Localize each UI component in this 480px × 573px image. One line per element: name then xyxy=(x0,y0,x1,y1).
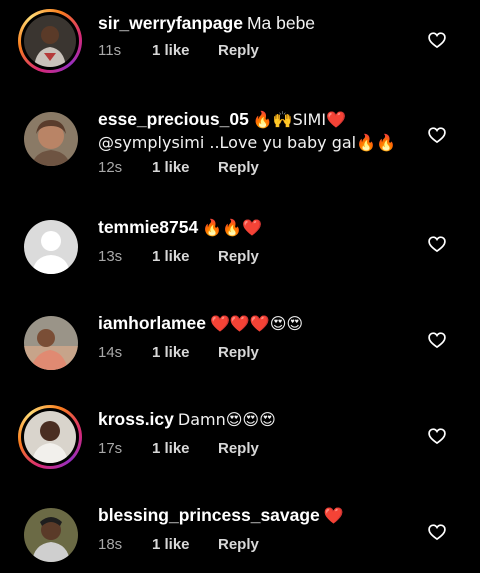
comment-body: Ma bebe xyxy=(246,13,316,33)
username[interactable]: sir_werryfanpage xyxy=(98,13,243,33)
username[interactable]: esse_precious_05 xyxy=(98,109,249,129)
heart-outline-icon[interactable] xyxy=(427,125,447,145)
comment-meta: 17s 1 like Reply xyxy=(98,440,259,458)
heart-outline-icon[interactable] xyxy=(427,426,447,446)
comment-body: 🔥🙌SIMI❤️ xyxy=(252,110,346,129)
username[interactable]: kross.icy xyxy=(98,409,174,429)
avatar[interactable] xyxy=(18,106,82,170)
comment-body: Damn😍😍😍 xyxy=(177,410,276,429)
comment-body: ❤️❤️❤️😍😍 xyxy=(209,314,304,333)
likes-count[interactable]: 1 like xyxy=(152,248,218,266)
avatar[interactable] xyxy=(18,310,82,374)
avatar-image xyxy=(24,316,78,370)
likes-count[interactable]: 1 like xyxy=(152,440,218,458)
comment-body: 🔥🔥❤️ xyxy=(202,218,262,237)
comment-text: esse_precious_05 🔥🙌SIMI❤️ xyxy=(98,108,420,131)
comment-body-line2: @symplysimi ..Love yu baby gal🔥🔥 xyxy=(98,133,396,152)
reply-button[interactable]: Reply xyxy=(218,344,259,362)
timestamp: 18s xyxy=(98,536,123,553)
heart-outline-icon[interactable] xyxy=(427,234,447,254)
heart-outline-icon[interactable] xyxy=(427,330,447,350)
avatar-image xyxy=(24,112,78,166)
comment-meta: 14s 1 like Reply xyxy=(98,344,259,362)
avatar[interactable] xyxy=(18,214,82,278)
likes-count[interactable]: 1 like xyxy=(152,536,218,554)
avatar-image xyxy=(24,15,76,67)
likes-count[interactable]: 1 like xyxy=(152,159,218,177)
comments-list: sir_werryfanpage Ma bebe 11s 1 like Reply e… xyxy=(0,0,480,573)
timestamp: 13s xyxy=(98,248,123,265)
avatar-image xyxy=(24,411,76,463)
comment-meta: 18s 1 like Reply xyxy=(98,536,259,554)
default-avatar-icon xyxy=(24,220,78,274)
comment-text: blessing_princess_savage ❤️ xyxy=(98,504,420,527)
timestamp: 14s xyxy=(98,344,123,361)
comment-meta: 11s 1 like Reply xyxy=(98,42,259,60)
comment-text-line2: @symplysimi ..Love yu baby gal🔥🔥 xyxy=(98,131,420,154)
heart-outline-icon[interactable] xyxy=(427,30,447,50)
avatar[interactable] xyxy=(18,502,82,566)
username[interactable]: blessing_princess_savage xyxy=(98,505,320,525)
comment-text: sir_werryfanpage Ma bebe xyxy=(98,12,420,35)
avatar[interactable] xyxy=(18,405,82,469)
reply-button[interactable]: Reply xyxy=(218,248,259,266)
avatar-image xyxy=(24,508,78,562)
timestamp: 12s xyxy=(98,159,123,176)
likes-count[interactable]: 1 like xyxy=(152,344,218,362)
username[interactable]: iamhorlamee xyxy=(98,313,206,333)
likes-count[interactable]: 1 like xyxy=(152,42,218,60)
reply-button[interactable]: Reply xyxy=(218,536,259,554)
timestamp: 11s xyxy=(98,42,122,59)
comment-text: kross.icy Damn😍😍😍 xyxy=(98,408,420,431)
comment-meta: 13s 1 like Reply xyxy=(98,248,259,266)
avatar[interactable] xyxy=(18,9,82,73)
reply-button[interactable]: Reply xyxy=(218,440,259,458)
username[interactable]: temmie8754 xyxy=(98,217,198,237)
comment-meta: 12s 1 like Reply xyxy=(98,159,259,177)
comment-text: iamhorlamee ❤️❤️❤️😍😍 xyxy=(98,312,420,335)
timestamp: 17s xyxy=(98,440,123,457)
heart-outline-icon[interactable] xyxy=(427,522,447,542)
reply-button[interactable]: Reply xyxy=(218,159,259,177)
comment-text: temmie8754 🔥🔥❤️ xyxy=(98,216,420,239)
reply-button[interactable]: Reply xyxy=(218,42,259,60)
comment-body: ❤️ xyxy=(323,506,344,525)
